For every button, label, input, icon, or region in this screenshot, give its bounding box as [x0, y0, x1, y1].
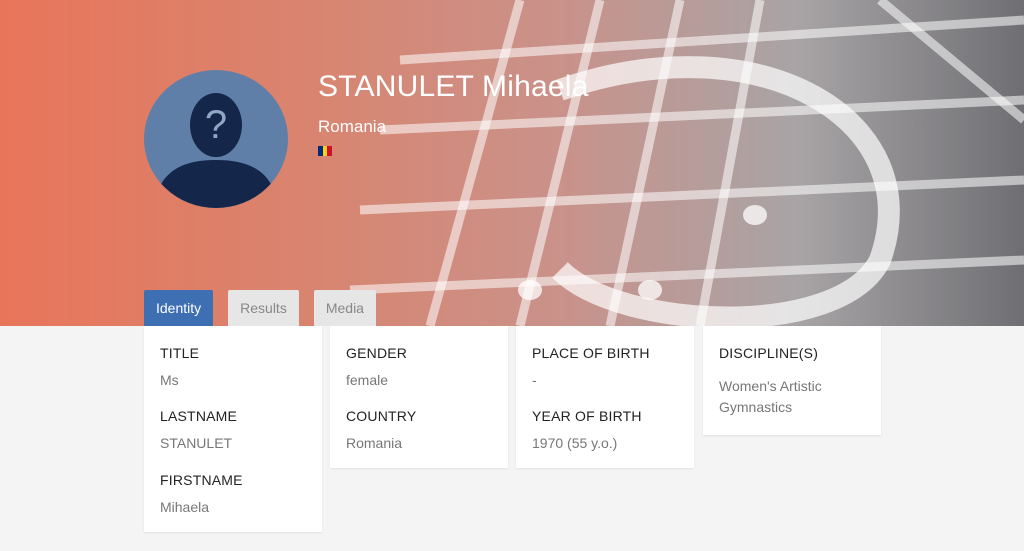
- gender-label: GENDER: [346, 345, 408, 361]
- identity-card-birth: PLACE OF BIRTH - YEAR OF BIRTH 1970 (55 …: [516, 326, 694, 468]
- avatar: ?: [144, 70, 288, 208]
- unknown-person-icon: ?: [154, 93, 278, 208]
- lastname-label: LASTNAME: [160, 408, 238, 424]
- athlete-name: STANULET Mihaela: [318, 70, 589, 103]
- country-value: Romania: [346, 435, 403, 451]
- title-value: Ms: [160, 372, 179, 388]
- discipline-label: DISCIPLINE(S): [719, 345, 819, 361]
- tab-media[interactable]: Media: [313, 290, 376, 326]
- lastname-value: STANULET: [160, 435, 233, 451]
- tab-identity[interactable]: Identity: [144, 290, 214, 326]
- athlete-country: Romania: [318, 117, 387, 136]
- profile-tabs: Identity Results Media: [144, 290, 391, 326]
- profile-header: ? STANULET Mihaela Romania Identity Resu…: [0, 0, 1024, 326]
- gender-value: female: [346, 372, 389, 388]
- svg-text:?: ?: [205, 103, 227, 147]
- firstname-value: Mihaela: [160, 499, 210, 515]
- tab-results[interactable]: Results: [228, 290, 299, 326]
- country-label: COUNTRY: [346, 408, 417, 424]
- firstname-label: FIRSTNAME: [160, 472, 243, 488]
- discipline-value: Women's Artistic Gymnastics: [719, 378, 822, 415]
- romania-flag-icon: [318, 146, 333, 156]
- place-of-birth-value: -: [532, 372, 537, 388]
- title-label: TITLE: [160, 345, 200, 361]
- identity-card-discipline: DISCIPLINE(S) Women's Artistic Gymnastic…: [703, 326, 881, 435]
- year-of-birth-value: 1970 (55 y.o.): [532, 435, 618, 451]
- place-of-birth-label: PLACE OF BIRTH: [532, 345, 650, 361]
- identity-card-gender: GENDER female COUNTRY Romania: [330, 326, 508, 468]
- identity-card-names: TITLE Ms LASTNAME STANULET FIRSTNAME Mih…: [144, 326, 322, 532]
- year-of-birth-label: YEAR OF BIRTH: [532, 408, 642, 424]
